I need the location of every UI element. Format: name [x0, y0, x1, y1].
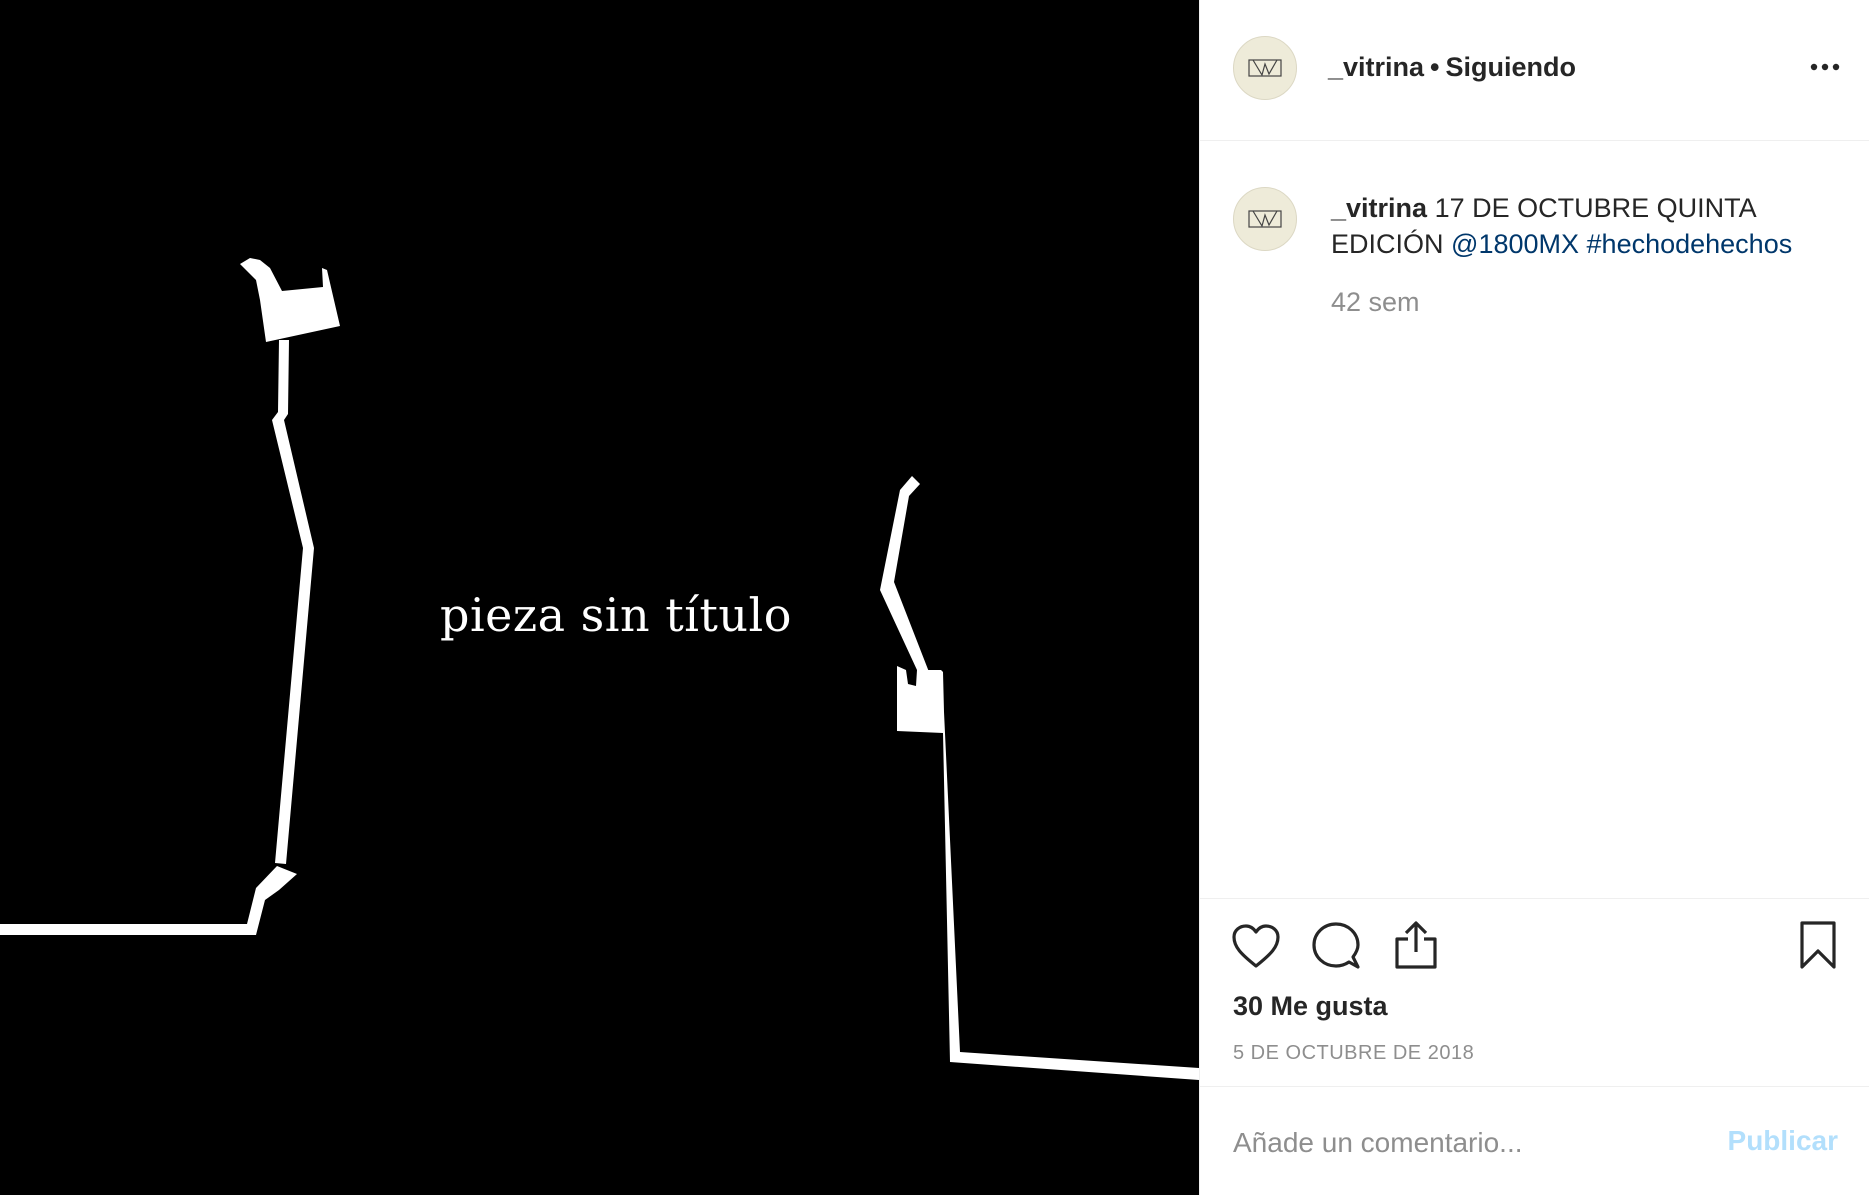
comment-form: Publicar	[1200, 1086, 1869, 1195]
share-icon	[1395, 921, 1437, 969]
post-header: _vitrina • Siguiendo	[1200, 0, 1869, 141]
profile-avatar[interactable]	[1233, 36, 1297, 100]
caption-time-ago[interactable]: 42 sem	[1331, 287, 1420, 318]
post-sidebar: _vitrina • Siguiendo _vitrina 17 DE OCTUBR	[1199, 0, 1869, 1195]
left-flag-shape	[240, 258, 340, 342]
caption-mention-link[interactable]: @1800MX	[1451, 229, 1579, 259]
ellipsis-icon	[1810, 63, 1840, 71]
vitrina-logo-icon	[1248, 210, 1282, 228]
vitrina-logo-icon	[1248, 59, 1282, 77]
follow-status-button[interactable]: Siguiendo	[1446, 52, 1577, 82]
caption-username[interactable]: _vitrina	[1331, 193, 1427, 223]
comment-icon	[1312, 922, 1360, 969]
publish-button[interactable]: Publicar	[1728, 1125, 1838, 1157]
post-media[interactable]: pieza sin título	[0, 0, 1199, 1195]
more-options-button[interactable]	[1805, 52, 1845, 82]
header-username-line: _vitrina • Siguiendo	[1328, 52, 1576, 83]
share-button[interactable]	[1390, 919, 1442, 971]
like-button[interactable]	[1230, 921, 1282, 971]
bookmark-icon	[1800, 921, 1836, 969]
right-line-shape-upper	[880, 476, 929, 672]
save-button[interactable]	[1796, 919, 1840, 971]
left-line-shape-vertical	[272, 340, 314, 864]
caption-text: _vitrina 17 DE OCTUBRE QUINTA EDICIÓN @1…	[1331, 190, 1851, 262]
caption-avatar[interactable]	[1233, 187, 1297, 251]
caption-hashtag-link[interactable]: #hechodehechos	[1587, 229, 1793, 259]
instagram-post: pieza sin título _vitrina • Siguiendo _v…	[0, 0, 1869, 1195]
post-date[interactable]: 5 DE OCTUBRE DE 2018	[1233, 1042, 1474, 1065]
comment-input[interactable]	[1233, 1121, 1703, 1165]
comment-button[interactable]	[1310, 921, 1362, 971]
right-line-shape	[897, 666, 1199, 1080]
likes-count[interactable]: 30 Me gusta	[1233, 991, 1388, 1022]
header-username[interactable]: _vitrina	[1328, 52, 1424, 82]
artwork-title-text: pieza sin título	[440, 588, 792, 642]
header-separator: •	[1430, 52, 1440, 82]
post-actions: 30 Me gusta 5 DE OCTUBRE DE 2018	[1200, 898, 1869, 1086]
heart-icon	[1232, 924, 1280, 968]
left-line-shape	[0, 866, 297, 935]
